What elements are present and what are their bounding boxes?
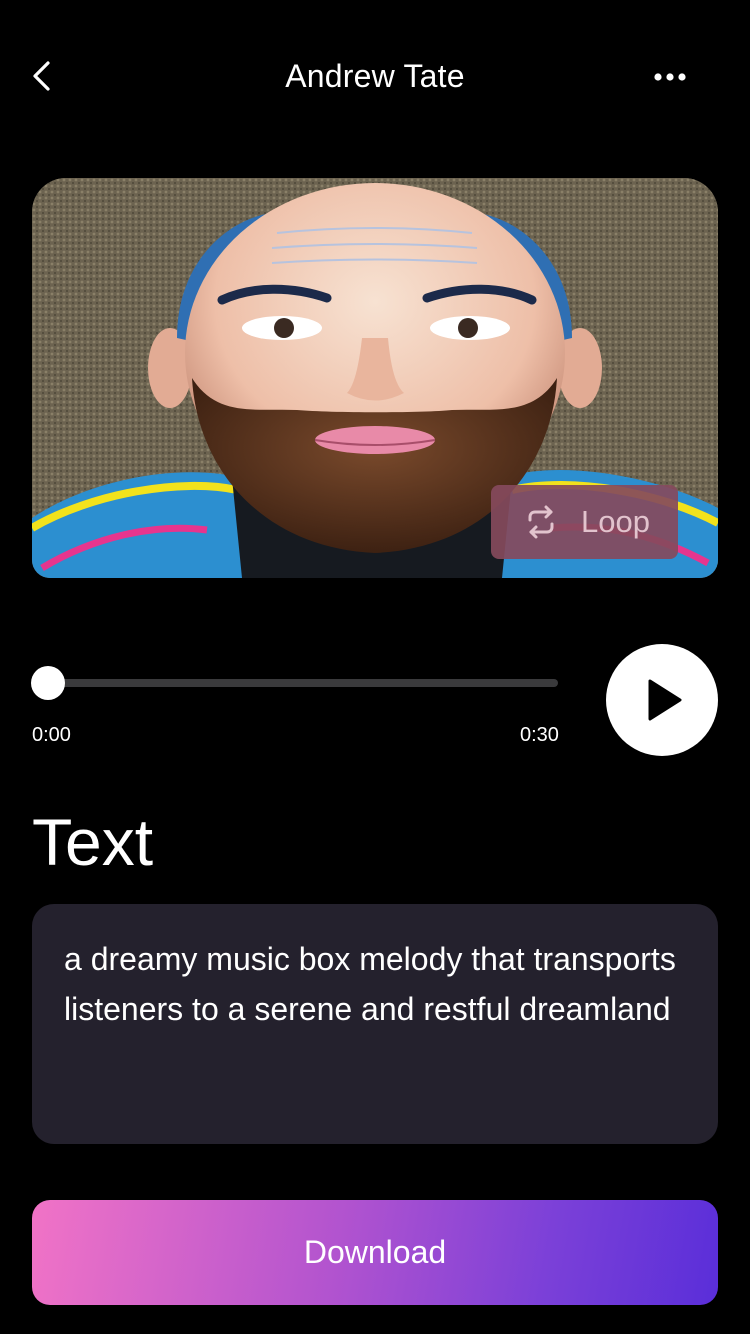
prompt-text: a dreamy music box melody that transport… bbox=[64, 941, 676, 1027]
more-horizontal-icon bbox=[654, 73, 686, 81]
current-time: 0:00 bbox=[32, 724, 71, 746]
loop-label: Loop bbox=[581, 504, 650, 539]
progress-track[interactable] bbox=[48, 679, 558, 687]
download-button[interactable]: Download bbox=[32, 1200, 718, 1305]
top-bar: Andrew Tate bbox=[0, 40, 750, 114]
progress-knob[interactable] bbox=[31, 666, 65, 700]
more-options-button[interactable] bbox=[646, 58, 694, 94]
download-label: Download bbox=[303, 1234, 447, 1270]
repeat-icon bbox=[528, 505, 554, 539]
duration-time: 0:30 bbox=[520, 724, 559, 746]
section-heading: Text bbox=[32, 805, 154, 879]
play-button[interactable] bbox=[606, 644, 718, 756]
page-title: Andrew Tate bbox=[285, 58, 465, 94]
prompt-text-box: a dreamy music box melody that transport… bbox=[32, 904, 718, 1144]
loop-button[interactable]: Loop bbox=[491, 485, 678, 559]
play-icon bbox=[648, 679, 682, 721]
